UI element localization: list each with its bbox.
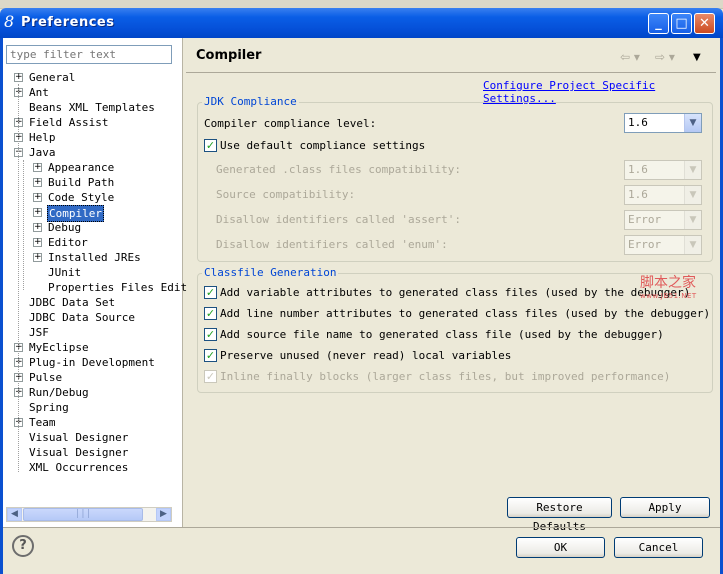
tree-item-label: Installed JREs: [48, 251, 141, 264]
tree-item-label: Team: [29, 416, 56, 429]
chevron-down-icon[interactable]: ▼: [684, 114, 701, 132]
classfile-option-label: Add line number attributes to generated …: [220, 307, 711, 320]
classfile-option-label: Preserve unused (never read) local varia…: [220, 349, 512, 362]
ok-button[interactable]: OK: [516, 537, 605, 558]
classfile-option-checkbox[interactable]: ✓: [204, 307, 217, 320]
tree-item-label: Build Path: [48, 176, 115, 189]
compliance-setting-select: Error ▼: [624, 235, 702, 255]
tree-item-label: Editor: [48, 236, 88, 249]
classfile-option-checkbox[interactable]: ✓: [204, 328, 217, 341]
compliance-setting-select: 1.6 ▼: [624, 185, 702, 205]
compliance-setting-label: Disallow identifiers called 'enum':: [216, 238, 448, 251]
tree-item-label: Java: [29, 146, 56, 159]
watermark-url: www.JB51.NET: [640, 292, 697, 300]
tree-item-label: Visual Designer: [29, 431, 129, 444]
tree-item-label: JDBC Data Set: [29, 296, 116, 309]
tree-item-label: Debug: [48, 221, 82, 234]
tree-item-label: XML Occurrences: [29, 461, 129, 474]
tree-item-label: Code Style: [48, 191, 115, 204]
tree-item-label: JUnit: [48, 266, 82, 279]
forward-arrow-icon[interactable]: ⇨ ▾: [655, 50, 675, 64]
classfile-option-checkbox[interactable]: ✓: [204, 286, 217, 299]
compliance-setting-label: Source compatibility:: [216, 188, 356, 201]
compliance-setting-label: Generated .class files compatibility:: [216, 163, 462, 176]
compliance-level-label: Compiler compliance level:: [204, 117, 377, 130]
compliance-level-select[interactable]: 1.6 ▼: [624, 113, 702, 133]
tree-item-label: Run/Debug: [29, 386, 89, 399]
expand-icon[interactable]: +: [33, 163, 42, 172]
chevron-down-icon: ▼: [684, 161, 701, 179]
tree-item-label: MyEclipse: [29, 341, 89, 354]
footer-divider: [3, 527, 720, 528]
help-icon[interactable]: ?: [12, 535, 34, 557]
expand-icon[interactable]: +: [33, 253, 42, 262]
compliance-setting-value: Error: [628, 213, 662, 226]
chevron-down-icon: ▼: [684, 186, 701, 204]
scroll-thumb[interactable]: |||: [23, 508, 143, 521]
tree-item-label: Properties Files Edit: [48, 281, 188, 294]
tree-item-label: Beans XML Templates: [29, 101, 155, 114]
tree-item-label: Plug-in Development: [29, 356, 155, 369]
tree-item-label: Help: [29, 131, 56, 144]
back-arrow-icon[interactable]: ⇦ ▾: [620, 50, 640, 64]
restore-defaults-button[interactable]: Restore Defaults: [507, 497, 612, 533]
cancel-button[interactable]: Cancel: [614, 537, 703, 558]
eclipse-app-icon: 8: [4, 12, 15, 31]
expand-icon[interactable]: +: [14, 73, 23, 82]
close-button[interactable]: ✕: [694, 13, 715, 34]
scroll-left-button[interactable]: ◀: [7, 508, 22, 521]
tree-item-label: Spring: [29, 401, 69, 414]
jdk-compliance-title: JDK Compliance: [202, 95, 299, 108]
expand-icon[interactable]: +: [33, 208, 42, 217]
compliance-setting-value: 1.6: [628, 163, 648, 176]
window-title: Preferences: [21, 15, 115, 30]
compliance-setting-label: Disallow identifiers called 'assert':: [216, 213, 462, 226]
tree-item-label: Field Assist: [29, 116, 109, 129]
expand-icon[interactable]: +: [33, 238, 42, 247]
scroll-right-button[interactable]: ▶: [156, 508, 171, 521]
maximize-button[interactable]: □: [671, 13, 692, 34]
tree-item-label: JSF: [29, 326, 49, 339]
classfile-generation-title: Classfile Generation: [202, 266, 339, 279]
filter-input[interactable]: [6, 45, 172, 64]
tree-item-label: General: [29, 71, 76, 84]
tree-item-label: JDBC Data Source: [29, 311, 135, 324]
compliance-setting-select: Error ▼: [624, 210, 702, 230]
compliance-setting-select: 1.6 ▼: [624, 160, 702, 180]
classfile-option-label: Inline finally blocks (larger class file…: [220, 370, 671, 383]
page-title: Compiler: [196, 48, 262, 63]
chevron-down-icon: ▼: [684, 236, 701, 254]
expand-icon[interactable]: +: [33, 193, 42, 202]
expand-icon[interactable]: +: [33, 223, 42, 232]
tree-horizontal-scrollbar[interactable]: ◀ ||| ▶: [6, 507, 172, 522]
watermark-text: 脚本之家: [640, 275, 696, 291]
minimize-button[interactable]: _: [648, 13, 669, 34]
apply-button[interactable]: Apply: [620, 497, 710, 518]
tree-item-label: Ant: [29, 86, 49, 99]
use-default-compliance-label: Use default compliance settings: [220, 139, 426, 152]
compliance-setting-value: Error: [628, 238, 662, 251]
tree-item-label: Visual Designer: [29, 446, 129, 459]
chevron-down-icon: ▼: [684, 211, 701, 229]
classfile-option-checkbox[interactable]: ✓: [204, 349, 217, 362]
tree-connector-line: [23, 160, 24, 290]
tree-item-label: Pulse: [29, 371, 63, 384]
header-divider: [186, 72, 716, 73]
classfile-option-label: Add source file name to generated class …: [220, 328, 664, 341]
compliance-level-value: 1.6: [628, 116, 648, 129]
tree-item-label: Appearance: [48, 161, 115, 174]
tree-connector-line: [18, 84, 19, 472]
expand-icon[interactable]: +: [33, 178, 42, 187]
classfile-option-checkbox: ✓: [204, 370, 217, 383]
classfile-option-label: Add variable attributes to generated cla…: [220, 286, 691, 299]
compliance-setting-value: 1.6: [628, 188, 648, 201]
view-menu-icon[interactable]: ▼: [693, 52, 701, 63]
use-default-compliance-checkbox[interactable]: ✓: [204, 139, 217, 152]
